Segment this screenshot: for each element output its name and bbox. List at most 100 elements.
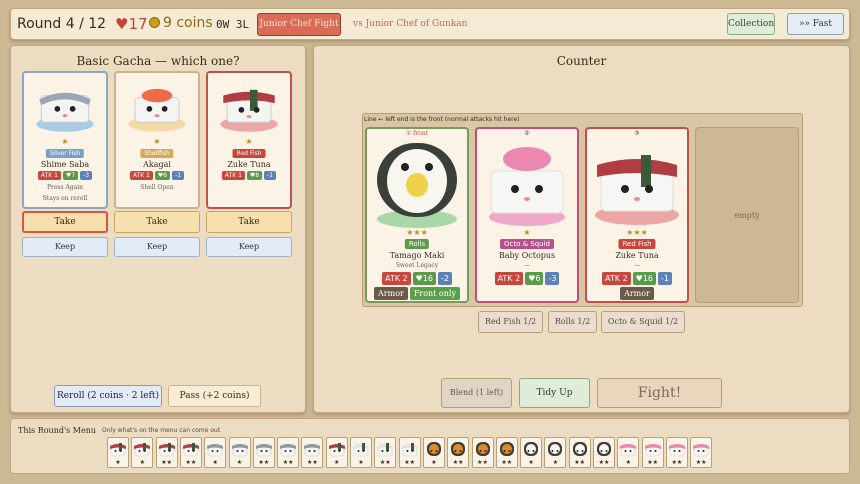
menu-item-maki[interactable]: ★★ bbox=[568, 437, 591, 468]
board-slot-3[interactable]: ③ ★★★ Red Fish Zuke Tuna — ATK 2 ♥16 -1 … bbox=[585, 127, 689, 303]
star-rating: ★ bbox=[245, 137, 253, 146]
shop-card-zuke-tuna[interactable]: ★ Red Fish Zuke Tuna ATK 1 ♥8 -1 bbox=[206, 71, 292, 209]
maki-icon bbox=[524, 442, 539, 456]
cost-stat: -3 bbox=[80, 171, 93, 180]
menu-item-gunkan[interactable]: ★★ bbox=[471, 437, 494, 468]
menu-item-white[interactable]: ★ bbox=[350, 437, 372, 468]
board-slot-4-empty[interactable]: empty bbox=[695, 127, 799, 303]
blend-button[interactable]: Blend (1 left) bbox=[441, 378, 512, 408]
take-button-2[interactable]: Take bbox=[114, 211, 200, 233]
menu-item-saba[interactable]: ★ bbox=[228, 437, 251, 468]
attack-stat: ATK 2 bbox=[382, 272, 411, 285]
menu-item-stars: ★ bbox=[212, 459, 218, 466]
menu-item-maki[interactable]: ★ bbox=[544, 437, 567, 468]
synergy-red-fish: Red Fish 1/2 bbox=[478, 311, 543, 333]
white-icon bbox=[401, 443, 418, 457]
shop-card-shime-saba[interactable]: ★ Silver Fish Shime Saba ATK 1 ♥7 -3 Pre… bbox=[22, 71, 108, 209]
coin-icon bbox=[149, 17, 160, 28]
cost-stat: -2 bbox=[438, 272, 452, 285]
menu-item-stars: ★ bbox=[333, 459, 340, 466]
menu-item-stars: ★★ bbox=[477, 459, 488, 466]
keep-button-3[interactable]: Keep bbox=[206, 237, 292, 257]
card-subtitle: — bbox=[634, 262, 640, 269]
menu-item-stars: ★★ bbox=[258, 459, 270, 466]
keep-button-1[interactable]: Keep bbox=[22, 237, 108, 257]
octo-icon bbox=[668, 444, 685, 457]
card-name: Tamago Maki bbox=[389, 251, 445, 260]
menu-item-stars: ★★ bbox=[185, 459, 197, 466]
tuna-icon bbox=[328, 443, 345, 457]
menu-item-maki[interactable]: ★ bbox=[520, 437, 543, 468]
menu-item-white[interactable]: ★★ bbox=[374, 437, 397, 468]
card-name: Zuke Tuna bbox=[615, 251, 659, 260]
menu-item-tuna[interactable]: ★ bbox=[325, 437, 348, 468]
menu-item-stars: ★ bbox=[431, 459, 437, 466]
collection-button[interactable]: Collection bbox=[727, 13, 775, 35]
star-rating: ★ bbox=[153, 137, 161, 146]
board-slot-1[interactable]: ① front ★★★ Rolls Tamago Maki Sweet Lega… bbox=[365, 127, 469, 303]
card-name: Akagai bbox=[143, 160, 171, 169]
ability-desc: Stays on reroll bbox=[42, 195, 88, 202]
menu-item-saba[interactable]: ★★ bbox=[252, 437, 275, 468]
take-button-3[interactable]: Take bbox=[206, 211, 292, 233]
fight-button[interactable]: Fight! bbox=[597, 378, 722, 408]
maki-icon bbox=[572, 442, 587, 456]
cost-stat: -1 bbox=[172, 171, 185, 180]
gunkan-icon bbox=[451, 442, 466, 456]
menu-item-stars: ★★ bbox=[598, 459, 610, 466]
menu-item-octo[interactable]: ★★ bbox=[641, 437, 664, 468]
zuke-tuna-art bbox=[220, 89, 278, 132]
health-stat: ♥6 bbox=[525, 272, 544, 285]
octo-icon bbox=[644, 444, 661, 457]
star-rating: ★ bbox=[523, 228, 531, 237]
keep-button-2[interactable]: Keep bbox=[114, 237, 200, 257]
gunkan-icon bbox=[499, 442, 514, 456]
tidy-up-button[interactable]: Tidy Up bbox=[519, 378, 590, 408]
shop-card-akagai[interactable]: ★ Shellfish Akagai ATK 2 ♥6 -1 Shell Ope… bbox=[114, 71, 200, 209]
menu-item-gunkan[interactable]: ★★ bbox=[495, 437, 518, 468]
menu-item-saba[interactable]: ★★ bbox=[301, 437, 324, 468]
reroll-button[interactable]: Reroll (2 coins · 2 left) bbox=[54, 385, 162, 407]
star-rating: ★★★ bbox=[626, 228, 648, 237]
menu-subtitle: Only what's on the menu can come out bbox=[102, 427, 221, 434]
menu-item-gunkan[interactable]: ★★ bbox=[447, 437, 470, 468]
menu-item-octo[interactable]: ★ bbox=[617, 437, 640, 468]
octo-icon bbox=[693, 444, 710, 457]
synergy-rolls: Rolls 1/2 bbox=[548, 311, 597, 333]
menu-item-saba[interactable]: ★★ bbox=[277, 437, 300, 468]
keyword-front-only: Front only bbox=[409, 287, 460, 300]
board-slot-2[interactable]: ② ★ Octo & Squid Baby Octopus — ATK 2 ♥6… bbox=[475, 127, 579, 303]
category-tag: Shellfish bbox=[140, 149, 174, 158]
menu-item-octo[interactable]: ★★ bbox=[665, 437, 688, 468]
menu-item-octo[interactable]: ★★ bbox=[690, 437, 713, 468]
menu-item-gunkan[interactable]: ★ bbox=[422, 437, 445, 468]
opponent-fight-button[interactable]: Junior Chef Fight bbox=[257, 13, 341, 36]
take-button-1[interactable]: Take bbox=[22, 211, 108, 233]
coin-value: 9 coins bbox=[163, 15, 213, 31]
menu-item-saba[interactable]: ★ bbox=[204, 437, 227, 468]
menu-item-tuna[interactable]: ★★ bbox=[155, 437, 178, 468]
tamago-maki-art bbox=[377, 143, 457, 228]
keyword-armor: Armor bbox=[620, 287, 654, 300]
heart-icon: ♥ bbox=[115, 15, 129, 33]
slot-index: ① front bbox=[405, 130, 429, 137]
coin-display: 9 coins bbox=[149, 15, 213, 31]
category-tag: Red Fish bbox=[232, 149, 266, 158]
pass-button[interactable]: Pass (+2 coins) bbox=[168, 385, 261, 407]
menu-item-stars: ★ bbox=[552, 459, 559, 466]
attack-stat: ATK 2 bbox=[602, 272, 631, 285]
saba-icon bbox=[304, 444, 321, 457]
opponent-label: vs Junior Chef of Gunkan bbox=[353, 19, 468, 29]
menu-item-stars: ★ bbox=[358, 459, 364, 466]
menu-item-tuna[interactable]: ★ bbox=[131, 437, 154, 468]
shop-title: Basic Gacha — which one? bbox=[76, 54, 240, 68]
menu-item-tuna[interactable]: ★★ bbox=[179, 437, 202, 468]
menu-item-stars: ★★ bbox=[161, 459, 172, 466]
menu-item-maki[interactable]: ★★ bbox=[593, 437, 615, 468]
health-stat: ♥6 bbox=[154, 171, 171, 180]
menu-item-white[interactable]: ★★ bbox=[398, 437, 421, 468]
fast-button[interactable]: »» Fast bbox=[787, 13, 844, 35]
menu-item-tuna[interactable]: ★ bbox=[107, 437, 129, 468]
slot-index: ③ bbox=[634, 130, 640, 137]
menu-item-stars: ★★ bbox=[647, 459, 658, 466]
